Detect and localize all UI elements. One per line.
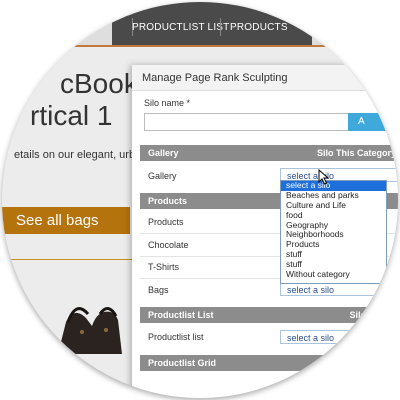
section-title: Products <box>148 196 188 206</box>
row-label-tshirts: T-Shirts <box>148 262 180 272</box>
nav-separator <box>220 18 221 36</box>
add-silo-button[interactable]: A <box>348 113 398 131</box>
nav-underline <box>38 45 368 47</box>
page-title-line1: cBook <box>60 68 138 99</box>
mouse-cursor-icon <box>318 169 330 185</box>
nav-item-productlist-list[interactable]: PRODUCTLIST LIST <box>132 22 229 33</box>
row-label-productlist-list: Productlist list <box>148 332 204 342</box>
row-label-products: Products <box>148 217 184 227</box>
section-header-gallery: Gallery Silo This Category <box>140 145 398 161</box>
site-nav-bar: PRODUCTLIST LIST PRODUCTS <box>112 2 312 46</box>
silo-dropdown-list[interactable]: select a silo Beaches and parks Culture … <box>280 180 387 284</box>
section-title: Productlist Grid <box>148 358 217 368</box>
silo-name-label: Silo name * <box>144 98 191 108</box>
see-all-bags-button[interactable]: See all bags <box>2 207 130 234</box>
silo-select-bags[interactable]: select a silo <box>280 282 398 296</box>
silo-column-header: Silo This Category <box>316 148 396 158</box>
manage-page-rank-sculpting-dialog: Manage Page Rank Sculpting Silo name * A… <box>132 65 398 398</box>
page-title-line2: rtical 1 <box>30 100 113 131</box>
nav-item-products[interactable]: PRODUCTS <box>230 22 288 33</box>
silo-name-input[interactable] <box>144 113 350 131</box>
section-title: Gallery <box>148 148 179 158</box>
dropdown-option[interactable]: Without category <box>281 269 386 280</box>
silo-column-header: Silo This C <box>349 310 396 320</box>
divider <box>2 259 132 260</box>
row-label-bags: Bags <box>148 285 169 295</box>
dialog-title: Manage Page Rank Sculpting <box>132 65 398 91</box>
bag-image <box>58 307 122 354</box>
section-title: Productlist List <box>148 310 214 320</box>
row-label-chocolate: Chocolate <box>148 240 189 250</box>
section-header-productlist-grid: Productlist Grid <box>140 355 398 371</box>
row-label-gallery: Gallery <box>148 171 177 181</box>
magnifier-lens: PRODUCTLIST LIST PRODUCTS cBook rtical 1… <box>2 2 398 398</box>
silo-select-productlist-list[interactable]: select a silo <box>280 330 398 344</box>
description-text: etails on our elegant, urb <box>14 149 136 161</box>
section-header-productlist-list: Productlist List Silo This C <box>140 307 398 323</box>
